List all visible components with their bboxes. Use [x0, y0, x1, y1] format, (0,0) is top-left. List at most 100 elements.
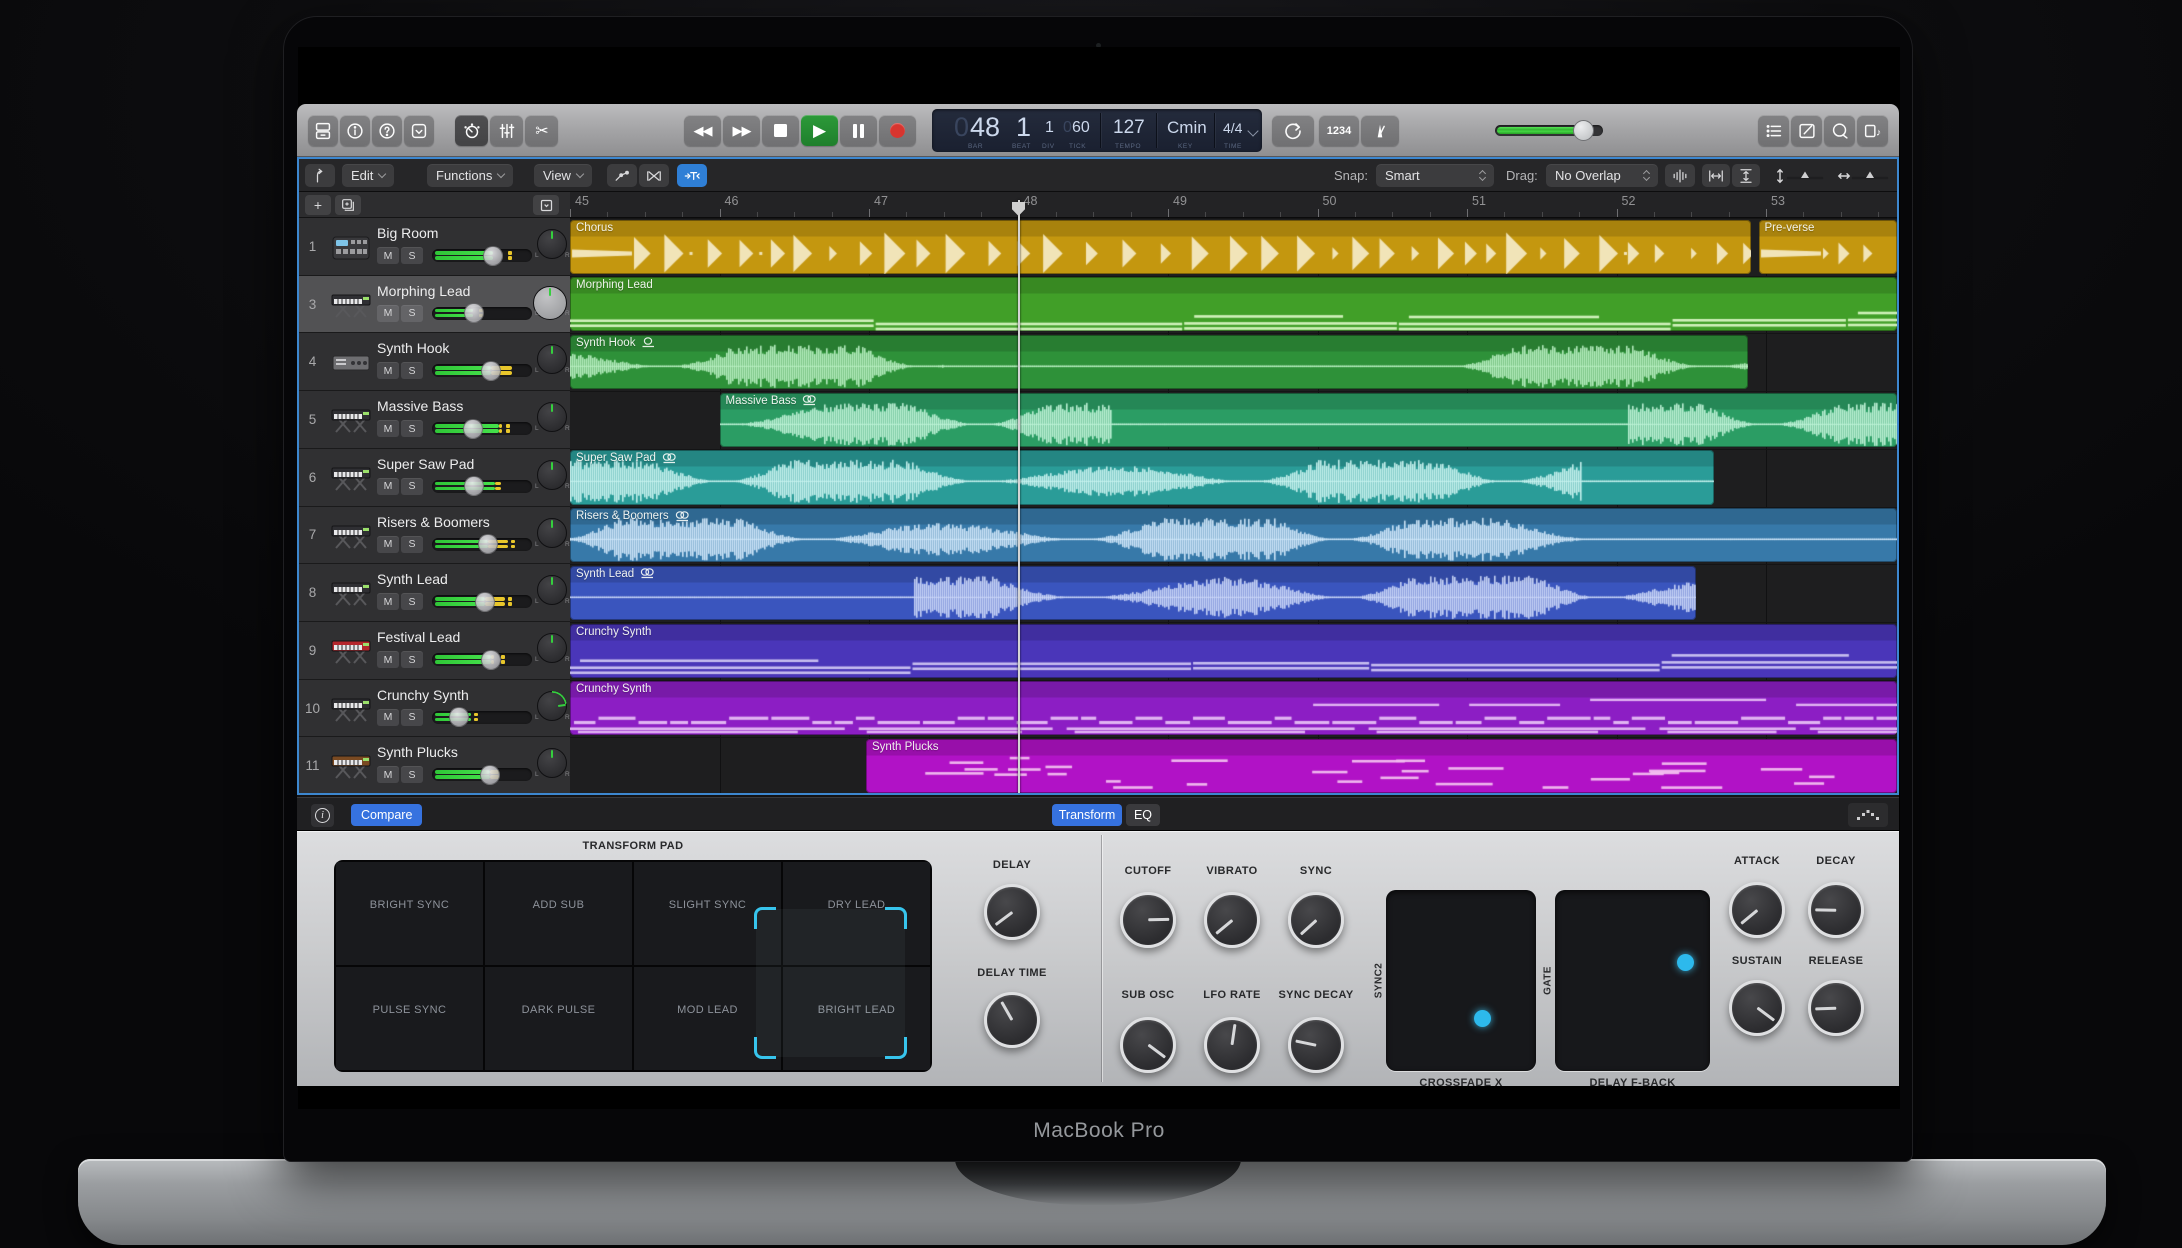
volume-thumb[interactable]	[481, 650, 501, 670]
quick-help-button[interactable]	[372, 115, 402, 146]
pan-knob[interactable]	[537, 402, 567, 432]
volume-thumb[interactable]	[1573, 120, 1594, 141]
xy-pad-delay-f-back[interactable]	[1555, 890, 1710, 1071]
volume-thumb[interactable]	[481, 361, 501, 381]
volume-slider[interactable]	[432, 711, 532, 724]
mute-button[interactable]: M	[377, 420, 399, 437]
mute-button[interactable]: M	[377, 305, 399, 322]
pan-knob[interactable]	[537, 691, 567, 721]
volume-thumb[interactable]	[475, 592, 495, 612]
editors-button[interactable]: ✂	[525, 115, 558, 146]
catch-playhead-button[interactable]	[305, 164, 335, 187]
xy-pad-crossfade-x[interactable]	[1386, 890, 1536, 1071]
transform-pad-selector[interactable]	[756, 909, 905, 1057]
mute-button[interactable]: M	[377, 651, 399, 668]
track-options-button[interactable]	[533, 195, 559, 215]
track-header-crunchy-synth[interactable]: 10Crunchy SynthMSLR	[299, 680, 570, 738]
toolbar-button[interactable]	[404, 115, 434, 146]
volume-slider[interactable]	[432, 249, 532, 262]
lcd-display[interactable]: 0 48 1 1 0 60 BAR BEAT DIV TICK 127 TEMP…	[932, 109, 1262, 152]
cycle-button[interactable]	[1272, 115, 1314, 146]
volume-slider[interactable]	[432, 538, 532, 551]
volume-thumb[interactable]	[478, 534, 498, 554]
mute-button[interactable]: M	[377, 766, 399, 783]
pan-knob[interactable]	[537, 518, 567, 548]
waveform-zoom-button[interactable]	[1665, 164, 1695, 187]
xy-dot[interactable]	[1677, 954, 1694, 971]
fit-vertical-button[interactable]	[1732, 164, 1760, 187]
pan-knob[interactable]	[537, 633, 567, 663]
volume-slider[interactable]	[432, 364, 532, 377]
knob-cutoff[interactable]	[1120, 892, 1176, 948]
playhead[interactable]	[1018, 200, 1020, 793]
volume-thumb[interactable]	[483, 246, 503, 266]
compare-button[interactable]: Compare	[351, 804, 422, 826]
pan-knob[interactable]	[537, 460, 567, 490]
volume-thumb[interactable]	[464, 476, 484, 496]
track-header-massive-bass[interactable]: 5Massive BassMSLR	[299, 391, 570, 449]
track-header-big-room[interactable]: 1Big RoomMSLR	[299, 218, 570, 276]
solo-button[interactable]: S	[401, 709, 423, 726]
rewind-button[interactable]: ◀◀	[684, 115, 721, 146]
mixer-button[interactable]	[490, 115, 523, 146]
horizontal-zoom-slider[interactable]	[1835, 164, 1893, 187]
region-massive-bass[interactable]: Massive Bass	[720, 393, 1898, 447]
region-synth-plucks[interactable]: Synth Plucks	[866, 739, 1897, 793]
mute-button[interactable]: M	[377, 593, 399, 610]
mute-button[interactable]: M	[377, 536, 399, 553]
record-button[interactable]	[879, 115, 916, 146]
region-super-saw-pad[interactable]: Super Saw Pad	[570, 450, 1714, 504]
pan-knob[interactable]	[537, 748, 567, 778]
list-editors-button[interactable]	[1758, 115, 1789, 146]
transform-pad-dark-pulse[interactable]: DARK PULSE	[485, 967, 632, 1070]
play-button[interactable]: ▶	[801, 115, 838, 146]
transform-pad-add-sub[interactable]: ADD SUB	[485, 862, 632, 965]
mute-button[interactable]: M	[377, 362, 399, 379]
track-header-festival-lead[interactable]: 9Festival LeadMSLR	[299, 622, 570, 680]
library-button[interactable]	[308, 115, 338, 146]
transform-pad-pulse-sync[interactable]: PULSE SYNC	[336, 967, 483, 1070]
knob-sync[interactable]	[1288, 892, 1344, 948]
knob-attack[interactable]	[1729, 882, 1785, 938]
flex-pitch-button[interactable]	[677, 164, 707, 187]
automation-button[interactable]	[607, 164, 637, 187]
knob-lfo-rate[interactable]	[1204, 1017, 1260, 1073]
knob-sub-osc[interactable]	[1120, 1017, 1176, 1073]
count-in-button[interactable]: 1234	[1319, 115, 1359, 146]
region-synth-lead[interactable]: Synth Lead	[570, 566, 1696, 620]
pan-knob[interactable]	[537, 575, 567, 605]
solo-button[interactable]: S	[401, 651, 423, 668]
region-chorus[interactable]: Chorus	[570, 220, 1751, 274]
mute-button[interactable]: M	[377, 478, 399, 495]
view-menu[interactable]: View	[534, 164, 592, 187]
master-volume-slider[interactable]	[1495, 125, 1603, 136]
fit-horizontal-button[interactable]	[1702, 164, 1730, 187]
solo-button[interactable]: S	[401, 766, 423, 783]
mute-button[interactable]: M	[377, 247, 399, 264]
metronome-button[interactable]	[1361, 115, 1399, 146]
track-header-synth-plucks[interactable]: 11Synth PlucksMSLR	[299, 737, 570, 793]
sc-info-button[interactable]: i	[311, 804, 334, 827]
snap-dropdown[interactable]: Smart	[1376, 164, 1494, 187]
volume-thumb[interactable]	[449, 707, 469, 727]
sc-disclosure-button[interactable]	[1848, 803, 1888, 827]
inspector-button[interactable]	[340, 115, 370, 146]
track-header-risers-boomers[interactable]: 7Risers & BoomersMSLR	[299, 507, 570, 565]
tab-eq[interactable]: EQ	[1126, 804, 1160, 826]
region-pre-verse[interactable]: Pre-verse	[1759, 220, 1897, 274]
region-crunchy-synth[interactable]: Crunchy Synth	[570, 681, 1897, 735]
smart-controls-button[interactable]	[455, 115, 488, 146]
add-track-button[interactable]: +	[305, 195, 331, 215]
track-header-super-saw-pad[interactable]: 6Super Saw PadMSLR	[299, 449, 570, 507]
volume-slider[interactable]	[432, 653, 532, 666]
flex-button[interactable]	[639, 164, 669, 187]
media-browser-button[interactable]: ♪	[1857, 115, 1888, 146]
solo-button[interactable]: S	[401, 536, 423, 553]
volume-slider[interactable]	[432, 307, 532, 320]
track-header-morphing-lead[interactable]: 3Morphing LeadMSLR	[299, 276, 570, 334]
tab-transform[interactable]: Transform	[1052, 804, 1122, 826]
lcd-chevron-icon[interactable]	[1247, 125, 1258, 136]
drag-dropdown[interactable]: No Overlap	[1546, 164, 1658, 187]
forward-button[interactable]: ▶▶	[723, 115, 760, 146]
knob-vibrato[interactable]	[1204, 892, 1260, 948]
